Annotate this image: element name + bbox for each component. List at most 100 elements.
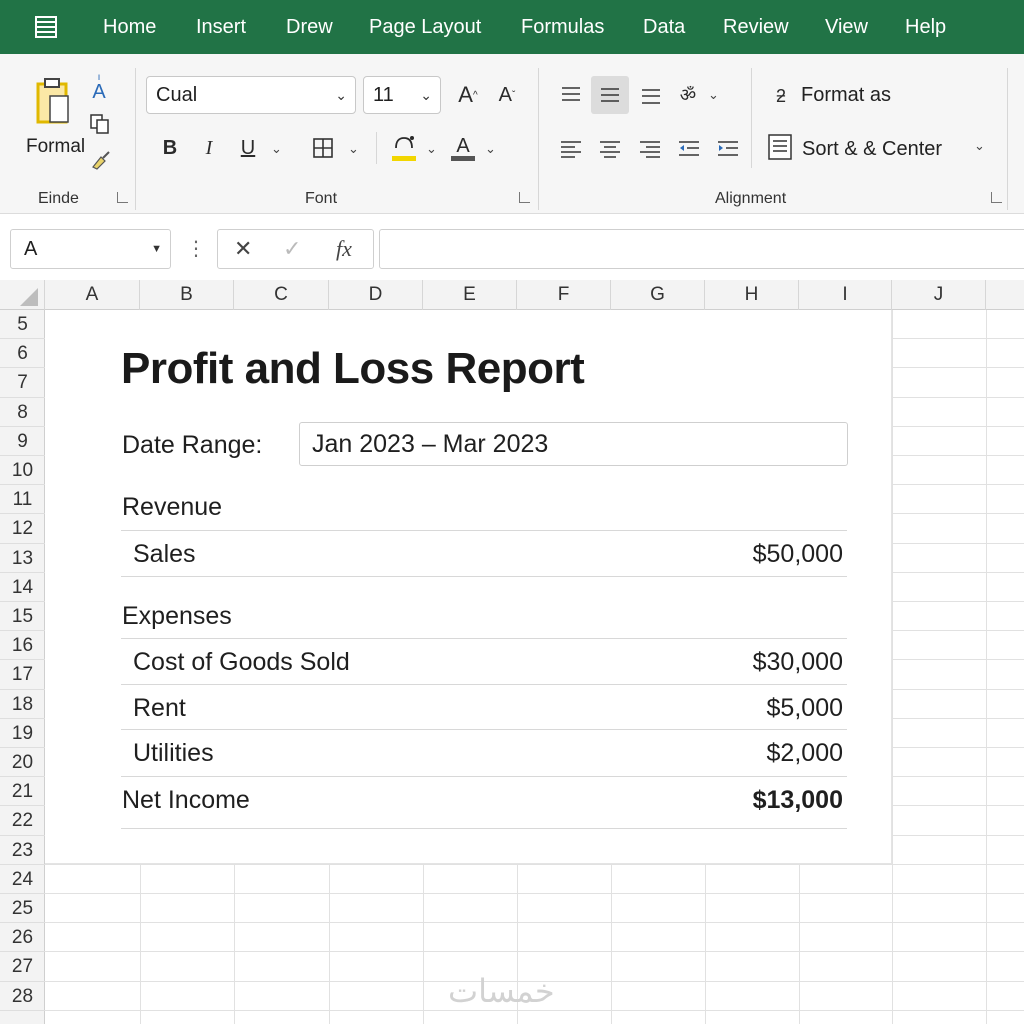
column-header[interactable]: I: [799, 280, 892, 310]
menu-bar: Home Insert Drew Page Layout Formulas Da…: [0, 0, 1024, 54]
name-box[interactable]: A ▼: [10, 229, 171, 269]
font-name-select[interactable]: Cual ⌄: [146, 76, 356, 114]
tab-insert[interactable]: Insert: [196, 16, 246, 39]
font-group-label: Font: [305, 190, 338, 207]
row-header[interactable]: 23: [0, 836, 45, 865]
sort-center-button[interactable]: Sort & & Center: [802, 138, 942, 161]
cut-button[interactable]: ı A: [88, 73, 110, 103]
app-grid-icon[interactable]: [34, 15, 58, 39]
format-painter-button[interactable]: [88, 148, 112, 172]
borders-button[interactable]: [309, 134, 337, 162]
select-all-corner[interactable]: [0, 280, 45, 310]
fill-color-chevron-icon[interactable]: ⌄: [426, 141, 437, 157]
row-header[interactable]: 20: [0, 748, 45, 778]
alignment-launcher-icon[interactable]: [991, 192, 1002, 203]
sort-center-chevron-icon[interactable]: ⌄: [974, 138, 985, 154]
column-header[interactable]: G: [611, 280, 705, 310]
row-header[interactable]: 7: [0, 368, 45, 398]
column-header[interactable]: C: [234, 280, 329, 310]
row-header[interactable]: 8: [0, 398, 45, 427]
column-header[interactable]: H: [705, 280, 799, 310]
column-header[interactable]: J: [892, 280, 986, 310]
bold-button[interactable]: B: [156, 132, 184, 164]
table-row[interactable]: Sales $50,000: [121, 530, 847, 576]
align-top-button[interactable]: [556, 80, 586, 110]
tab-review[interactable]: Review: [723, 16, 789, 39]
table-row[interactable]: Cost of Goods Sold $30,000: [121, 638, 847, 684]
underline-button[interactable]: U: [234, 132, 262, 164]
column-header[interactable]: D: [329, 280, 423, 310]
row-header[interactable]: 28: [0, 982, 45, 1011]
table-row[interactable]: Utilities $2,000: [121, 729, 847, 775]
net-income-row[interactable]: Net Income $13,000: [121, 776, 847, 822]
row-header[interactable]: 18: [0, 690, 45, 719]
tab-view[interactable]: View: [825, 16, 868, 39]
underline-chevron-icon[interactable]: ⌄: [271, 141, 282, 157]
row-header[interactable]: 22: [0, 806, 45, 836]
decrease-indent-button[interactable]: [674, 134, 704, 164]
tab-home[interactable]: Home: [103, 16, 156, 39]
insert-function-icon[interactable]: fx: [336, 236, 352, 262]
format-as-button[interactable]: Format as: [801, 84, 891, 107]
font-color-chevron-icon[interactable]: ⌄: [485, 141, 496, 157]
font-color-button[interactable]: A: [449, 132, 477, 164]
align-left-button[interactable]: [556, 134, 586, 164]
align-center-button[interactable]: [595, 134, 625, 164]
align-bottom-button[interactable]: [636, 80, 666, 110]
borders-chevron-icon[interactable]: ⌄: [348, 141, 359, 157]
decrease-font-icon: A: [498, 83, 512, 106]
increase-font-size-button[interactable]: A ^: [453, 80, 483, 110]
row-header[interactable]: 16: [0, 631, 45, 661]
row-label: Utilities: [133, 739, 214, 767]
font-size-select[interactable]: 11 ⌄: [363, 76, 441, 114]
row-amount: $5,000: [766, 694, 843, 722]
paste-button[interactable]: [30, 76, 76, 126]
column-header[interactable]: F: [517, 280, 611, 310]
row-header[interactable]: 25: [0, 894, 45, 924]
row-header[interactable]: 5: [0, 310, 45, 340]
row-header[interactable]: 12: [0, 514, 45, 544]
row-header[interactable]: 21: [0, 777, 45, 807]
ribbon-divider: [538, 68, 539, 210]
row-header[interactable]: 17: [0, 660, 45, 690]
cancel-icon[interactable]: ✕: [234, 236, 252, 262]
row-header[interactable]: 24: [0, 865, 45, 894]
tab-formulas[interactable]: Formulas: [521, 16, 604, 39]
align-right-button[interactable]: [635, 134, 665, 164]
clipboard-launcher-icon[interactable]: [117, 192, 128, 203]
font-launcher-icon[interactable]: [519, 192, 530, 203]
increase-indent-button[interactable]: [713, 134, 743, 164]
column-header[interactable]: A: [45, 280, 140, 310]
table-row[interactable]: Rent $5,000: [121, 684, 847, 730]
copy-button[interactable]: [88, 112, 112, 136]
row-header[interactable]: 9: [0, 427, 45, 456]
date-range-field[interactable]: Jan 2023 – Mar 2023: [299, 422, 848, 466]
fill-color-button[interactable]: [390, 132, 418, 164]
tab-data[interactable]: Data: [643, 16, 685, 39]
italic-button[interactable]: I: [195, 132, 223, 164]
align-middle-button[interactable]: [591, 76, 629, 114]
row-header[interactable]: 14: [0, 573, 45, 602]
row-header[interactable]: 26: [0, 923, 45, 953]
tab-page-layout[interactable]: Page Layout: [369, 16, 481, 39]
row-header[interactable]: 13: [0, 544, 45, 573]
column-header[interactable]: B: [140, 280, 234, 310]
row-header[interactable]: 19: [0, 719, 45, 748]
enter-icon[interactable]: ✓: [283, 236, 301, 262]
format-painter-icon: [92, 151, 110, 170]
formula-input[interactable]: [379, 229, 1024, 269]
row-header[interactable]: 11: [0, 485, 45, 515]
row-header[interactable]: 6: [0, 339, 45, 369]
row-header[interactable]: 10: [0, 456, 45, 486]
tab-draw[interactable]: Drew: [286, 16, 333, 39]
orientation-chevron-icon[interactable]: ⌄: [708, 87, 719, 103]
more-options-icon[interactable]: ⋮: [186, 236, 206, 261]
row-header[interactable]: 27: [0, 952, 45, 982]
tab-help[interactable]: Help: [905, 16, 946, 39]
align-top-icon: [562, 87, 580, 101]
row-header[interactable]: 15: [0, 602, 45, 632]
decrease-font-size-button[interactable]: Aˇ: [492, 80, 522, 110]
orientation-button[interactable]: ॐ: [673, 80, 703, 110]
column-header[interactable]: E: [423, 280, 517, 310]
align-middle-icon: [601, 88, 619, 102]
